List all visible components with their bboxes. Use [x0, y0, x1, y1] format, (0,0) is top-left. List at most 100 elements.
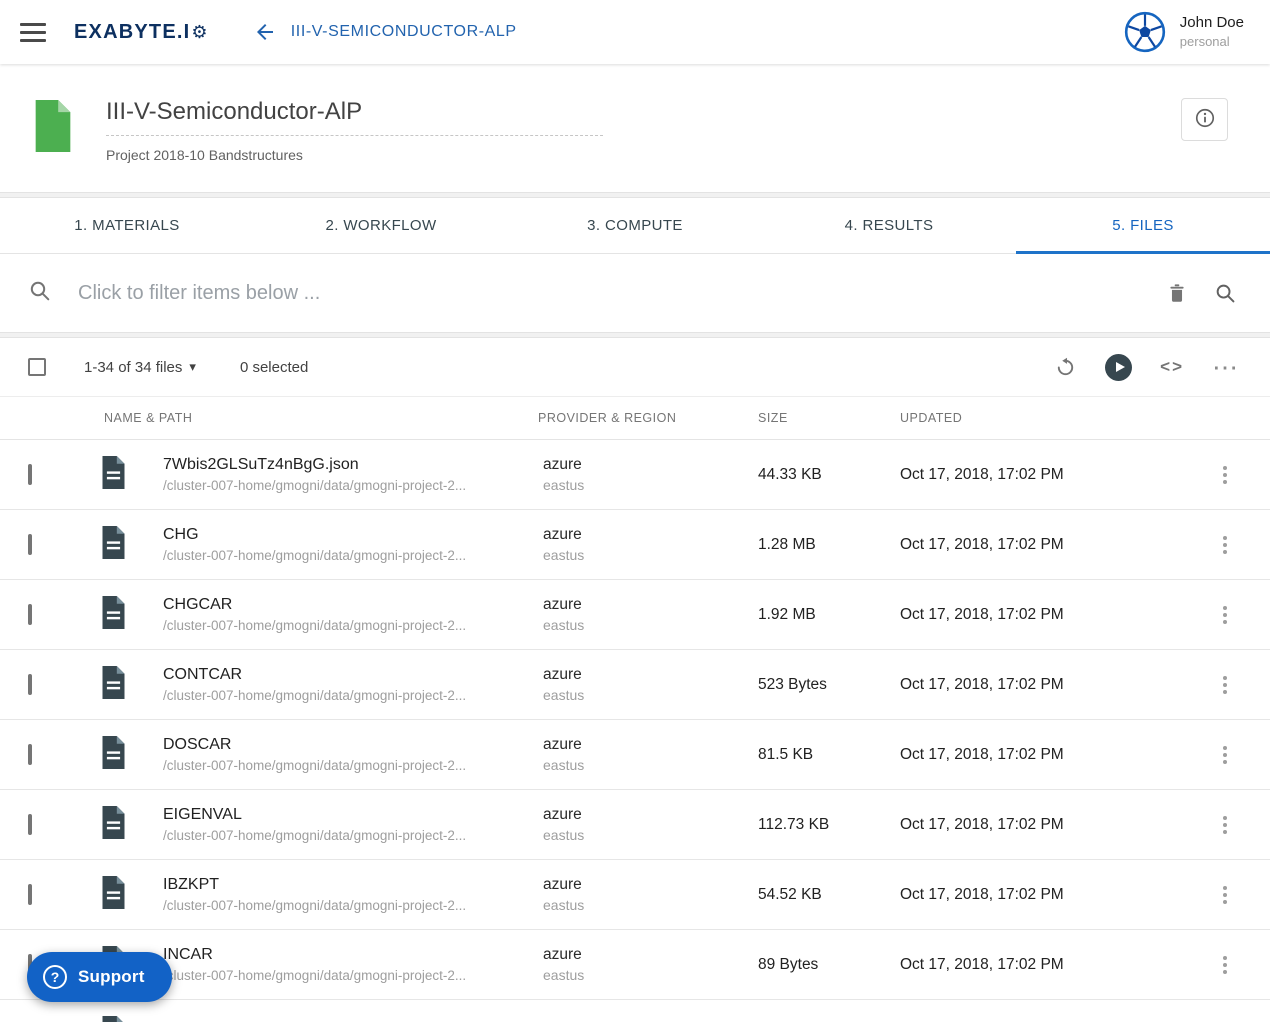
avatar[interactable]: [1124, 11, 1166, 53]
provider: azure: [543, 526, 582, 543]
row-menu-kebab-icon[interactable]: [1217, 740, 1233, 770]
file-path: /cluster-007-home/gmogni/data/gmogni-pro…: [163, 828, 467, 843]
filter-input[interactable]: [78, 281, 1160, 305]
tab-files[interactable]: 5. FILES: [1016, 198, 1270, 254]
provider: azure: [543, 456, 582, 473]
user-info[interactable]: John Doe personal: [1180, 14, 1244, 51]
file-name: 7Wbis2GLSuTz4nBgG.json: [163, 456, 359, 473]
selected-count-label: 0 selected: [239, 358, 309, 376]
tab-results[interactable]: 4. RESULTS: [762, 198, 1016, 253]
table-row[interactable]: DOSCAR/cluster-007-home/gmogni/data/gmog…: [0, 720, 1270, 790]
row-menu-kebab-icon[interactable]: [1217, 460, 1233, 490]
tab-materials[interactable]: 1. MATERIALS: [0, 198, 254, 253]
row-checkbox[interactable]: [28, 743, 32, 765]
select-all-checkbox[interactable]: [28, 358, 46, 376]
run-button[interactable]: [1101, 350, 1136, 385]
pagination-range-dropdown[interactable]: 1-34 of 34 files ▾: [84, 359, 196, 376]
more-actions-button[interactable]: ⋯: [1208, 354, 1242, 380]
column-size[interactable]: SIZE: [758, 411, 900, 425]
provider: azure: [543, 666, 582, 683]
hamburger-menu-icon[interactable]: [20, 19, 46, 46]
tab-compute[interactable]: 3. COMPUTE: [508, 198, 762, 253]
column-provider-region[interactable]: PROVIDER & REGION: [538, 411, 758, 425]
row-checkbox[interactable]: [28, 673, 32, 695]
row-checkbox[interactable]: [28, 813, 32, 835]
table-row[interactable]: CONTCAR/cluster-007-home/gmogni/data/gmo…: [0, 650, 1270, 720]
file-name: DOSCAR: [163, 736, 232, 753]
project-header: III-V-Semiconductor-AlP Project 2018-10 …: [0, 64, 1270, 192]
clear-filter-trash-button[interactable]: [1160, 276, 1194, 310]
file-updated: Oct 17, 2018, 17:02 PM: [900, 605, 1064, 623]
logo-text: EXABYTE.I: [74, 20, 191, 43]
region: eastus: [543, 967, 585, 983]
file-icon: [100, 455, 127, 494]
file-updated: Oct 17, 2018, 17:02 PM: [900, 745, 1064, 763]
provider: azure: [543, 876, 582, 893]
file-icon: [100, 735, 127, 774]
file-name: EIGENVAL: [163, 806, 242, 823]
file-name: INCAR: [163, 946, 213, 963]
user-account: personal: [1179, 34, 1230, 50]
row-menu-kebab-icon[interactable]: [1217, 880, 1233, 910]
region: eastus: [543, 827, 585, 843]
file-name: IBZKPT: [163, 876, 220, 893]
table-row[interactable]: IBZKPT/cluster-007-home/gmogni/data/gmog…: [0, 860, 1270, 930]
search-submit-button[interactable]: [1208, 276, 1243, 311]
file-icon: [100, 805, 127, 844]
provider: azure: [543, 946, 582, 963]
row-menu-kebab-icon[interactable]: [1217, 530, 1233, 560]
row-checkbox[interactable]: [28, 463, 32, 485]
file-updated: Oct 17, 2018, 17:02 PM: [900, 465, 1064, 483]
table-row[interactable]: 7Wbis2GLSuTz4nBgG.json/cluster-007-home/…: [0, 440, 1270, 510]
column-name-path[interactable]: NAME & PATH: [104, 411, 538, 425]
refresh-button[interactable]: [1050, 352, 1081, 383]
row-menu-kebab-icon[interactable]: [1217, 600, 1233, 630]
column-updated[interactable]: UPDATED: [900, 411, 1180, 425]
region: eastus: [543, 757, 585, 773]
file-path: /cluster-007-home/gmogni/data/gmogni-pro…: [163, 478, 467, 493]
table-header: NAME & PATH PROVIDER & REGION SIZE UPDAT…: [0, 396, 1270, 440]
support-button[interactable]: ? Support: [27, 952, 172, 1002]
row-checkbox[interactable]: [28, 533, 32, 555]
region: eastus: [543, 687, 585, 703]
file-size: 54.52 KB: [758, 885, 822, 903]
file-name: CONTCAR: [163, 666, 243, 683]
project-header-text: III-V-Semiconductor-AlP Project 2018-10 …: [106, 98, 603, 163]
tab-workflow[interactable]: 2. WORKFLOW: [254, 198, 508, 253]
file-size: 523 Bytes: [758, 675, 827, 693]
file-path: /cluster-007-home/gmogni/data/gmogni-pro…: [163, 548, 467, 563]
file-icon: [100, 1015, 127, 1022]
region: eastus: [543, 617, 585, 633]
breadcrumb[interactable]: III-V-SEMICONDUCTOR-ALP: [291, 23, 517, 41]
page-title[interactable]: III-V-Semiconductor-AlP: [106, 98, 603, 136]
row-menu-kebab-icon[interactable]: [1217, 950, 1233, 980]
info-button[interactable]: [1181, 98, 1228, 141]
row-checkbox[interactable]: [28, 603, 32, 625]
code-view-button[interactable]: <>: [1156, 353, 1188, 381]
row-menu-kebab-icon[interactable]: [1217, 670, 1233, 700]
row-checkbox[interactable]: [28, 883, 32, 905]
table-row[interactable]: KPOINTS: [0, 1000, 1270, 1022]
table-row[interactable]: CHG/cluster-007-home/gmogni/data/gmogni-…: [0, 510, 1270, 580]
logo[interactable]: EXABYTE.I ⚙: [74, 21, 209, 44]
provider: azure: [543, 596, 582, 613]
back-arrow-icon[interactable]: [253, 20, 277, 44]
list-toolbar: 1-34 of 34 files ▾ 0 selected <> ⋯: [0, 338, 1270, 396]
user-name: John Doe: [1179, 13, 1244, 31]
file-icon: [100, 875, 127, 914]
row-menu-kebab-icon[interactable]: [1217, 810, 1233, 840]
provider: azure: [543, 806, 582, 823]
table-row[interactable]: CHGCAR/cluster-007-home/gmogni/data/gmog…: [0, 580, 1270, 650]
file-size: 1.28 MB: [758, 535, 816, 553]
file-updated: Oct 17, 2018, 17:02 PM: [900, 955, 1064, 973]
logo-gear-icon: ⚙: [191, 21, 209, 42]
table-row[interactable]: EIGENVAL/cluster-007-home/gmogni/data/gm…: [0, 790, 1270, 860]
table-row[interactable]: INCAR/cluster-007-home/gmogni/data/gmogn…: [0, 930, 1270, 1000]
play-icon: [1105, 353, 1133, 381]
info-icon: [1194, 107, 1216, 132]
file-size: 44.33 KB: [758, 465, 822, 483]
provider: azure: [543, 736, 582, 753]
search-icon: [28, 279, 52, 308]
chevron-down-icon: ▾: [189, 359, 196, 374]
file-size: 1.92 MB: [758, 605, 816, 623]
